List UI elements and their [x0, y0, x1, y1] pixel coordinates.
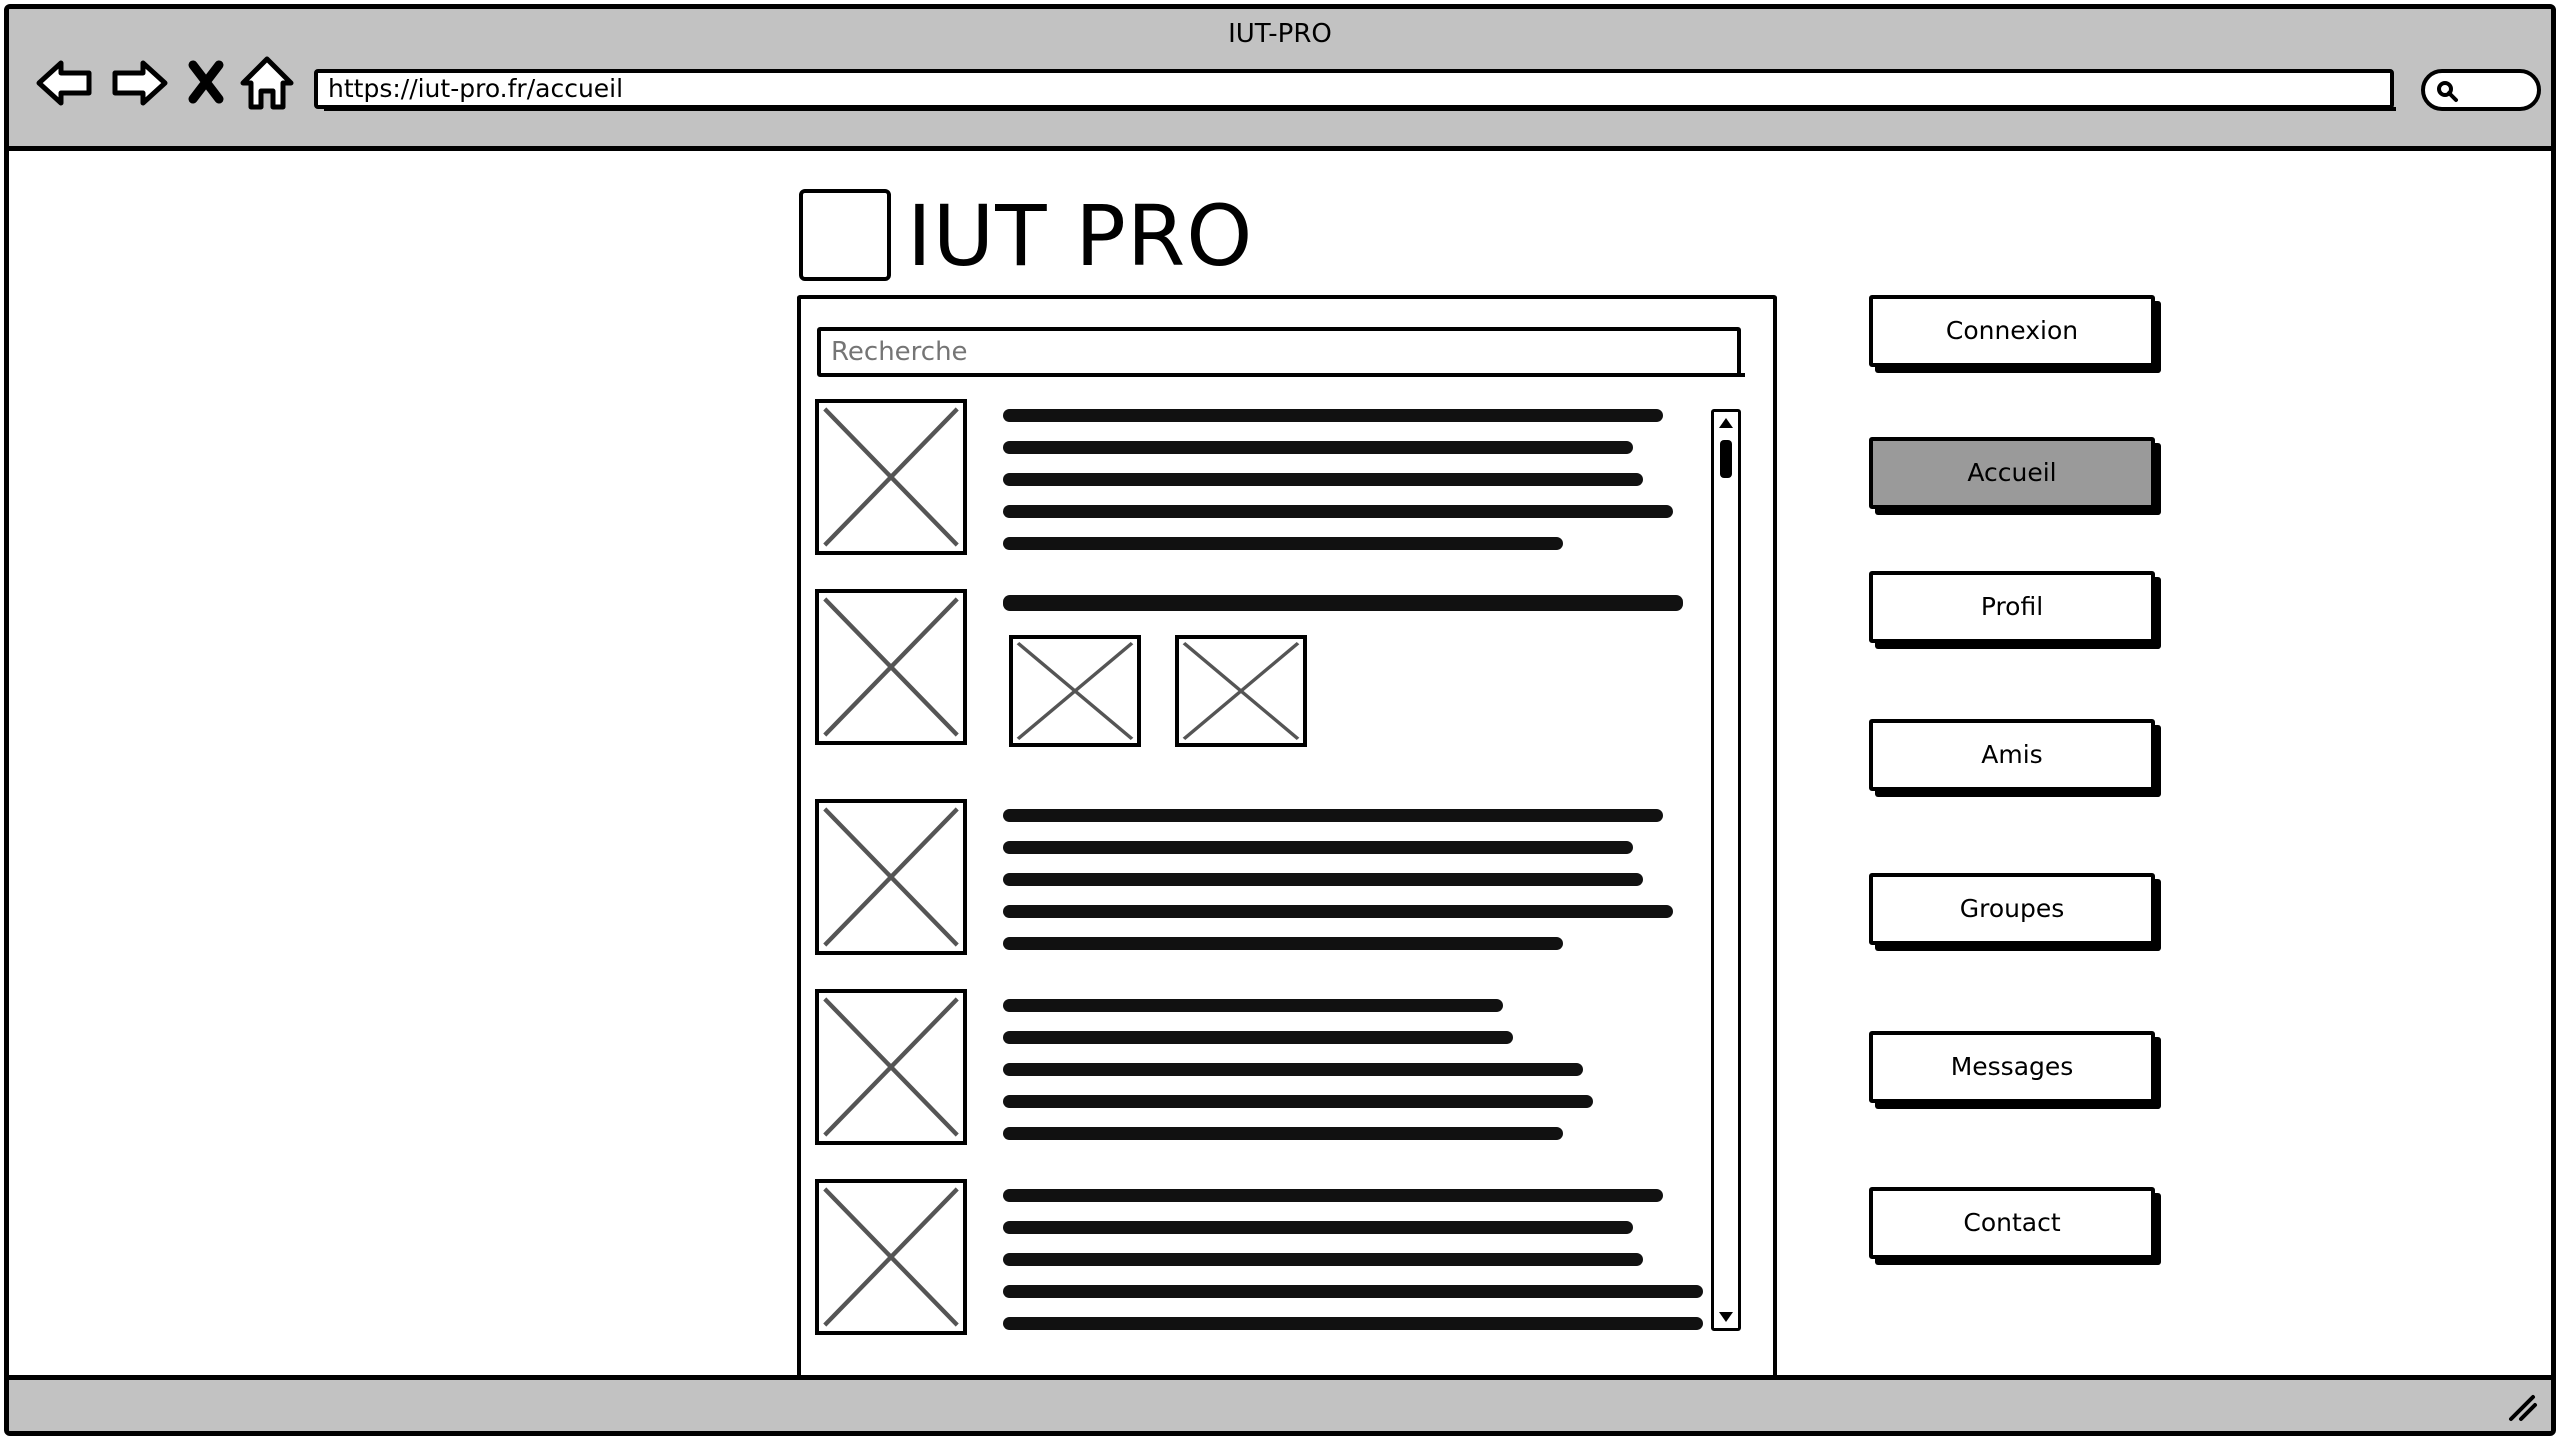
scroll-thumb[interactable] — [1720, 440, 1732, 478]
browser-window: IUT-PRO https://iut-pro.fr/accueil IUT P… — [4, 4, 2556, 1436]
post-avatar-image — [815, 1179, 967, 1335]
resize-grip-icon[interactable] — [2503, 1387, 2541, 1425]
news-feed-panel — [797, 295, 1777, 1400]
groupes-button[interactable]: Groupes — [1869, 873, 2155, 945]
post-avatar-image — [815, 799, 967, 955]
stop-icon[interactable] — [181, 51, 231, 115]
amis-button[interactable]: Amis — [1869, 719, 2155, 791]
page-title: IUT PRO — [907, 187, 1254, 285]
logo-placeholder — [799, 189, 891, 281]
scroll-up-icon[interactable] — [1716, 414, 1736, 432]
search-icon — [2437, 81, 2458, 102]
post-heading-text — [1003, 595, 1683, 611]
browser-toolbar: IUT-PRO https://iut-pro.fr/accueil — [9, 9, 2551, 151]
post-avatar-image — [815, 399, 967, 555]
back-arrow-icon[interactable] — [33, 51, 97, 115]
messages-button[interactable]: Messages — [1869, 1031, 2155, 1103]
accueil-button[interactable]: Accueil — [1869, 437, 2155, 509]
contact-button[interactable]: Contact — [1869, 1187, 2155, 1259]
window-title: IUT-PRO — [1228, 19, 1332, 49]
post-avatar-image — [815, 989, 967, 1145]
connexion-button[interactable]: Connexion — [1869, 295, 2155, 367]
search-input[interactable] — [817, 327, 1741, 377]
post-attached-image[interactable] — [1175, 635, 1307, 747]
post-attached-image[interactable] — [1009, 635, 1141, 747]
url-bar[interactable]: https://iut-pro.fr/accueil — [314, 69, 2396, 111]
search-input-shadow — [823, 373, 1745, 377]
profil-button[interactable]: Profil — [1869, 571, 2155, 643]
scroll-down-icon[interactable] — [1716, 1308, 1736, 1326]
forward-arrow-icon[interactable] — [107, 51, 171, 115]
home-icon[interactable] — [235, 51, 299, 115]
feed-scrollbar[interactable] — [1711, 409, 1741, 1331]
post-avatar-image — [815, 589, 967, 745]
browser-search[interactable] — [2421, 69, 2541, 111]
browser-statusbar — [9, 1375, 2551, 1431]
